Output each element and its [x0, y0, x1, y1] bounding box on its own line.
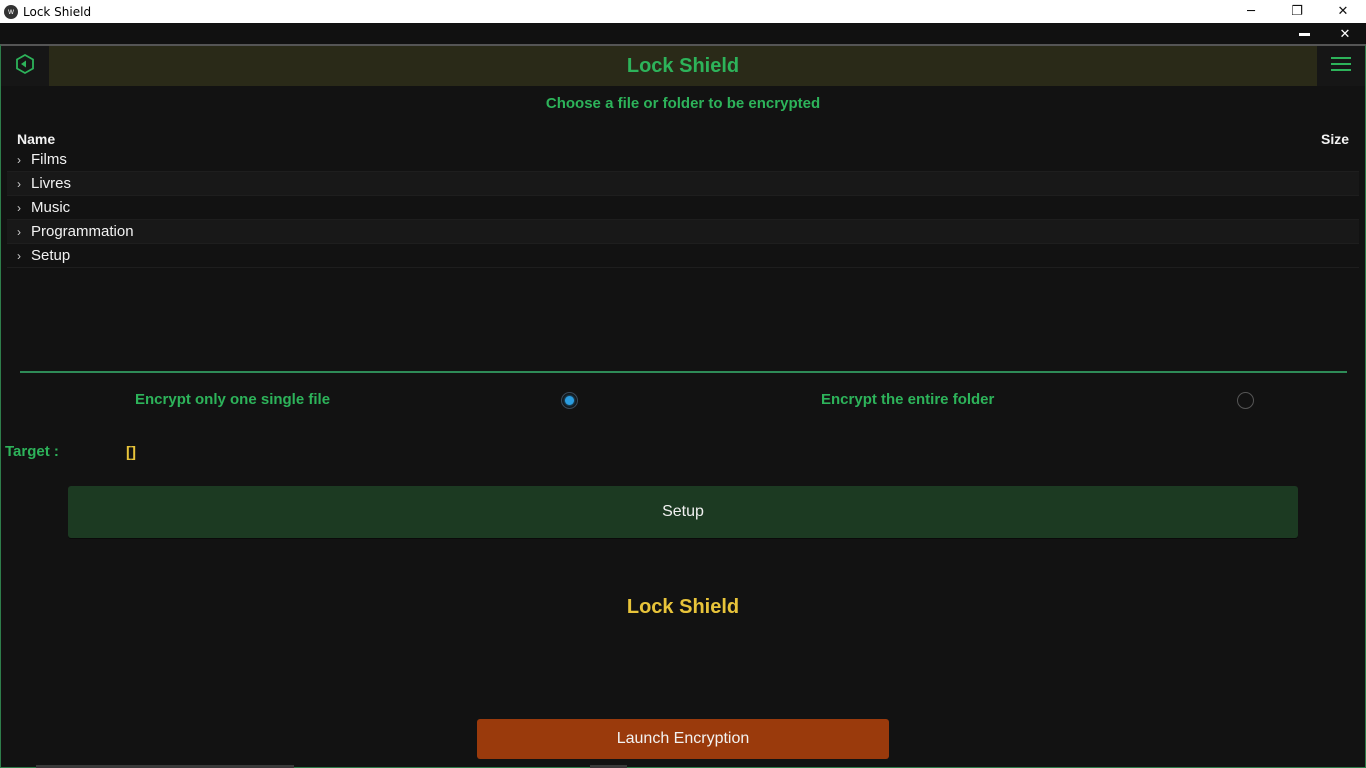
chevron-right-icon[interactable]: › [7, 177, 31, 191]
app-title: Lock Shield [626, 54, 740, 77]
folder-option-label: Encrypt the entire folder [821, 391, 995, 408]
page-heading: Choose a file or folder to be encrypted [545, 95, 821, 112]
file-row-films[interactable]: › Films [7, 148, 1359, 172]
minimize-icon [1298, 32, 1310, 36]
chevron-right-icon[interactable]: › [7, 201, 31, 215]
file-row-label: Films [31, 151, 67, 168]
file-row-setup[interactable]: › Setup [7, 244, 1359, 268]
chevron-right-icon[interactable]: › [7, 225, 31, 239]
single-file-option-label: Encrypt only one single file [135, 391, 331, 408]
close-button[interactable]: ✕ [1320, 0, 1366, 23]
window-controls: ─ ❐ ✕ [1228, 0, 1366, 23]
file-row-programmation[interactable]: › Programmation [7, 220, 1359, 244]
section-divider [20, 371, 1347, 373]
target-input[interactable] [126, 441, 1326, 463]
file-row-label: Music [31, 199, 71, 216]
back-button[interactable] [1, 46, 49, 86]
hamburger-menu-icon [1331, 56, 1351, 77]
column-header-size[interactable]: Size [1321, 131, 1349, 147]
app-control-bar: ✕ [0, 23, 1366, 44]
minimize-button[interactable]: ─ [1228, 0, 1274, 23]
file-row-music[interactable]: › Music [7, 196, 1359, 220]
target-label: Target : [5, 443, 59, 460]
radio-selected-dot [565, 396, 574, 405]
window-titlebar: w Lock Shield ─ ❐ ✕ [0, 0, 1366, 23]
file-row-livres[interactable]: › Livres [7, 172, 1359, 196]
file-row-label: Programmation [31, 223, 134, 240]
maximize-button[interactable]: ❐ [1274, 0, 1320, 23]
folder-radio[interactable] [1237, 392, 1254, 409]
brand-label: Lock Shield [626, 596, 740, 618]
app-topbar: Lock Shield [1, 46, 1365, 86]
app-close-button[interactable]: ✕ [1334, 25, 1356, 43]
close-icon: ✕ [1339, 26, 1351, 42]
launch-encryption-button[interactable]: Launch Encryption [477, 719, 889, 759]
file-list: › Films › Livres › Music › Programmation… [7, 148, 1359, 268]
app-icon: w [4, 4, 18, 19]
menu-button[interactable] [1317, 46, 1365, 86]
window-title: Lock Shield [23, 4, 92, 19]
app-minimize-button[interactable] [1293, 25, 1315, 43]
back-hexagon-icon [14, 53, 36, 80]
file-row-label: Livres [31, 175, 72, 192]
single-file-radio[interactable] [561, 392, 578, 409]
file-row-label: Setup [31, 247, 71, 264]
column-header-name[interactable]: Name [17, 131, 55, 147]
setup-button[interactable]: Setup [68, 486, 1298, 538]
chevron-right-icon[interactable]: › [7, 249, 31, 263]
chevron-right-icon[interactable]: › [7, 153, 31, 167]
